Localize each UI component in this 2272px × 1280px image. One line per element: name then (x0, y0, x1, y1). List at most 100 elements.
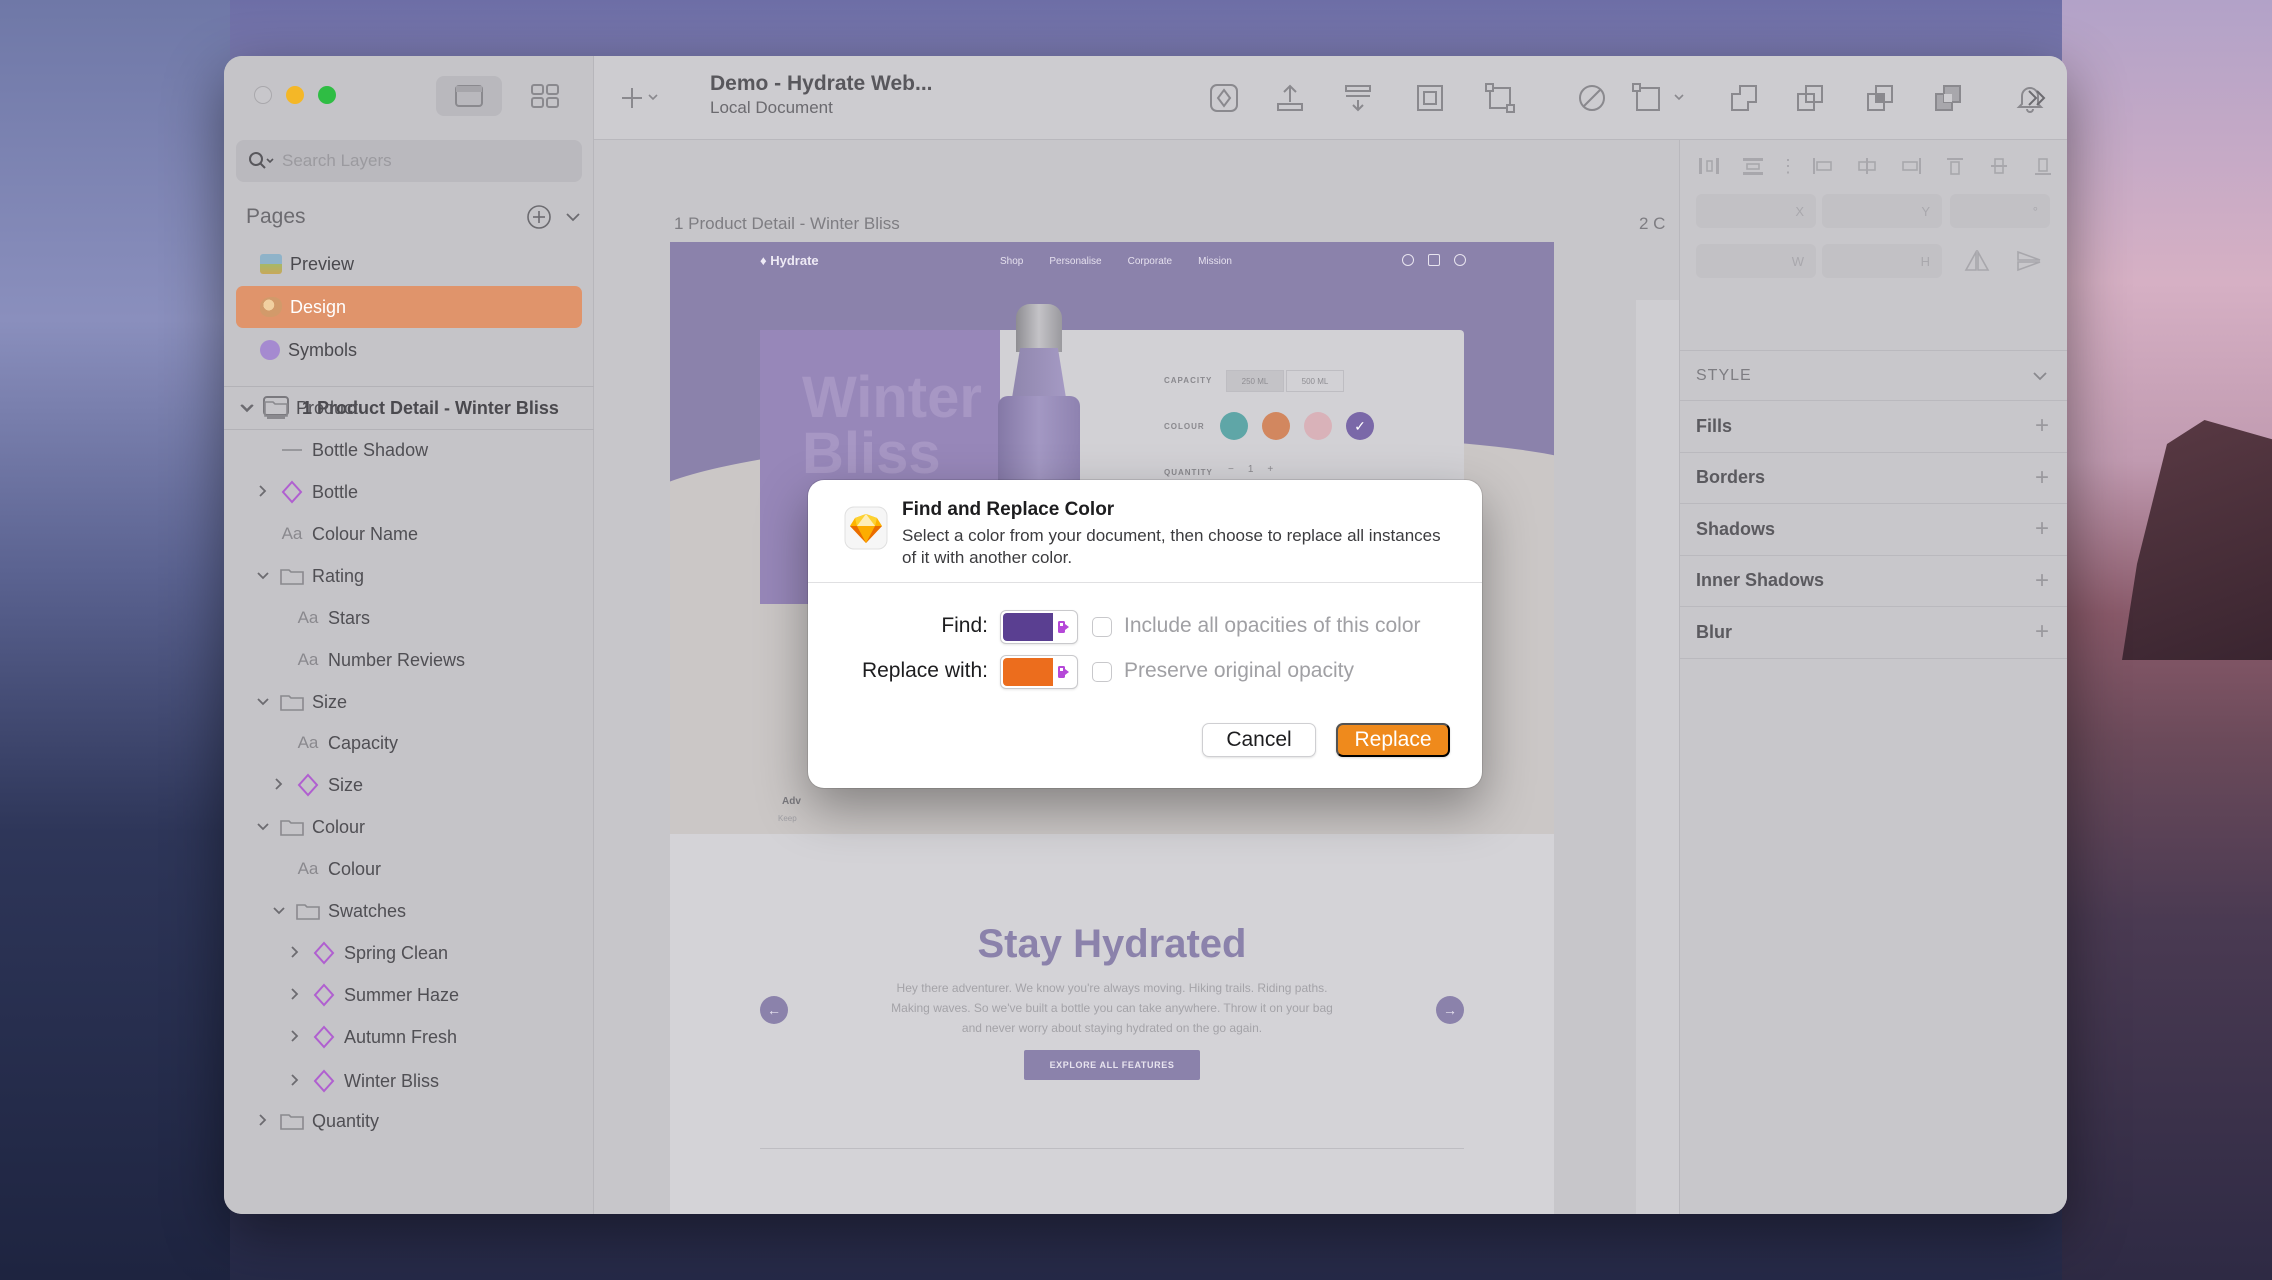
collapse-pages-icon[interactable] (564, 211, 582, 223)
difference-button[interactable] (1928, 78, 1968, 118)
preserve-opacity-checkbox[interactable] (1092, 662, 1112, 682)
layer-row[interactable]: Bottle Shadow (254, 435, 428, 465)
chevron-down-icon[interactable] (254, 819, 272, 835)
layer-row[interactable]: Product (238, 393, 358, 423)
export-button[interactable] (1270, 78, 1310, 118)
flip-vertical-icon[interactable] (2016, 250, 2042, 277)
minimize-window-button[interactable] (286, 86, 304, 104)
layer-row[interactable]: Bottle (254, 477, 358, 507)
subtract-button[interactable] (1790, 78, 1830, 118)
inspector-section-inner-shadows[interactable]: Inner Shadows + (1680, 554, 2067, 606)
document-title[interactable]: Demo - Hydrate Web... Local Document (710, 72, 933, 118)
add-icon[interactable]: + (2035, 515, 2049, 543)
pages-header: Pages (246, 204, 582, 230)
layer-row[interactable]: Aa Colour Name (254, 519, 418, 549)
search-layers-field[interactable] (236, 140, 582, 182)
layer-label: Bottle Shadow (312, 439, 429, 460)
add-icon[interactable]: + (2035, 464, 2049, 492)
layer-row[interactable]: Size (270, 770, 363, 800)
search-layers-input[interactable] (282, 151, 572, 171)
x-field[interactable]: X (1696, 194, 1816, 228)
align-top-icon[interactable] (1942, 156, 1968, 176)
inspector-section-fills[interactable]: Fills + (1680, 400, 2067, 451)
intersect-button[interactable] (1860, 78, 1900, 118)
layer-row[interactable]: Rating (254, 561, 364, 591)
layer-row[interactable]: Quantity (254, 1106, 379, 1136)
mask-button[interactable] (1628, 78, 1698, 118)
maximize-window-button[interactable] (318, 86, 336, 104)
artboard-2[interactable] (1636, 300, 1681, 1214)
replace-color-well[interactable] (1000, 655, 1078, 689)
more-dots-icon[interactable]: ⋮ (1779, 156, 1797, 176)
chevron-right-icon[interactable] (286, 1073, 304, 1090)
chevron-down-icon[interactable] (254, 694, 272, 710)
chevron-right-icon[interactable] (270, 777, 288, 794)
flip-horizontal-icon[interactable] (1964, 248, 1990, 277)
align-bottom-icon[interactable] (2030, 156, 2056, 176)
find-color-well[interactable] (1000, 610, 1078, 644)
add-icon[interactable]: + (2035, 412, 2049, 440)
layer-row[interactable]: Aa Stars (270, 603, 370, 633)
layer-row[interactable]: Size (254, 687, 347, 717)
align-right-icon[interactable] (1898, 156, 1924, 176)
grid-view-button[interactable] (512, 76, 578, 116)
inspector-section-blur[interactable]: Blur + (1680, 606, 2067, 657)
chevron-right-icon[interactable] (286, 987, 304, 1004)
nav-link: Mission (1198, 256, 1232, 267)
layer-row[interactable]: Summer Haze (286, 980, 459, 1010)
transform-button[interactable] (1480, 78, 1520, 118)
page-item-symbols[interactable]: Symbols (236, 329, 582, 371)
layer-row[interactable]: Aa Capacity (270, 728, 398, 758)
union-button[interactable] (1724, 78, 1764, 118)
more-toolbar-button[interactable] (2017, 78, 2057, 118)
chevron-down-icon[interactable] (270, 903, 288, 919)
inspector-section-shadows[interactable]: Shadows + (1680, 503, 2067, 554)
chevron-right-icon[interactable] (254, 1113, 272, 1130)
distribute-vertical-icon[interactable] (1740, 156, 1766, 176)
align-left-icon[interactable] (1810, 156, 1836, 176)
layer-row[interactable]: Spring Clean (286, 938, 448, 968)
replace-button[interactable]: Replace (1336, 723, 1450, 757)
add-icon[interactable]: + (2035, 567, 2049, 595)
chevron-right-icon[interactable] (286, 945, 304, 962)
inspector-section-borders[interactable]: Borders + (1680, 451, 2067, 503)
artboard-title[interactable]: 1 Product Detail - Winter Bliss (674, 214, 900, 234)
distribute-horizontal-icon[interactable] (1696, 156, 1722, 176)
canvas-view-button[interactable] (436, 76, 502, 116)
cancel-button[interactable]: Cancel (1202, 723, 1316, 757)
width-field[interactable]: W (1696, 244, 1816, 278)
artboard2-title[interactable]: 2 C (1639, 214, 1665, 234)
export-icon (1277, 84, 1303, 111)
align-middle-icon[interactable] (1986, 156, 2012, 176)
insert-button[interactable] (620, 78, 660, 118)
layer-row[interactable]: Winter Bliss (286, 1066, 439, 1096)
layer-row[interactable]: Swatches (270, 896, 406, 926)
close-window-button[interactable] (254, 86, 272, 104)
edit-path-button[interactable] (1572, 78, 1612, 118)
add-page-icon[interactable] (526, 204, 552, 230)
chevron-right-icon[interactable] (286, 1029, 304, 1046)
layer-row[interactable]: Colour (254, 812, 365, 842)
layer-label: Colour (328, 858, 382, 879)
create-symbol-button[interactable] (1204, 78, 1244, 118)
section-label: Shadows (1696, 518, 1776, 539)
page-item-preview[interactable]: Preview (236, 243, 582, 285)
frame-button[interactable] (1410, 78, 1450, 118)
find-label: Find: (941, 614, 988, 637)
height-field[interactable]: H (1822, 244, 1942, 278)
style-section-header[interactable]: STYLE (1680, 350, 2067, 400)
layer-row[interactable]: Aa Number Reviews (270, 645, 465, 675)
add-icon[interactable]: + (2035, 618, 2049, 646)
chevron-down-icon[interactable] (254, 568, 272, 584)
page-item-design[interactable]: Design (236, 286, 582, 328)
distribute-button[interactable] (1338, 78, 1378, 118)
align-center-icon[interactable] (1854, 156, 1880, 176)
layer-row[interactable]: Autumn Fresh (286, 1022, 457, 1052)
chevron-down-icon[interactable] (238, 400, 256, 416)
y-field[interactable]: Y (1822, 194, 1942, 228)
chevron-right-icon[interactable] (254, 484, 272, 501)
rotation-field[interactable]: ° (1950, 194, 2050, 228)
include-opacities-checkbox[interactable] (1092, 617, 1112, 637)
chevron-down-icon[interactable] (2031, 370, 2049, 382)
layer-row[interactable]: Aa Colour (270, 854, 381, 884)
